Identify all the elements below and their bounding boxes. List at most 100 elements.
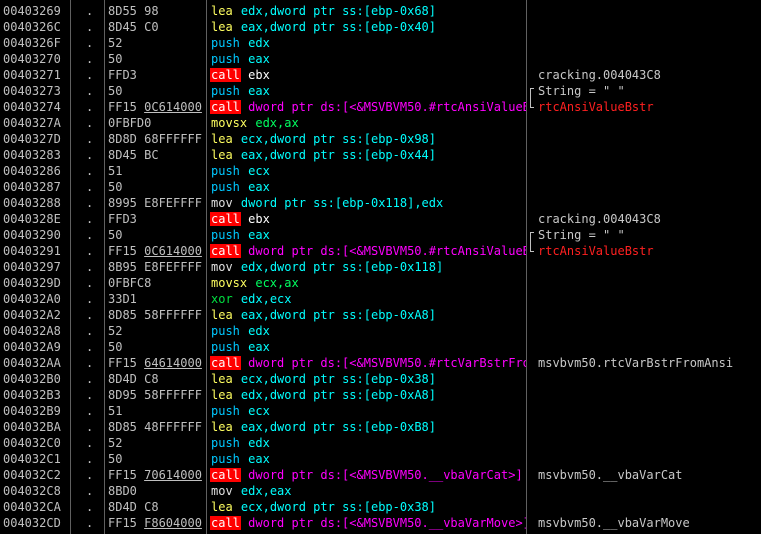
disasm-row[interactable]: 0040326F. 52 push edx <box>0 35 761 51</box>
disasm-row[interactable]: 00403273. 50 push eax String = " " <box>0 83 761 99</box>
row-marker: . <box>86 372 94 386</box>
address-cell: 0040327A <box>3 116 61 130</box>
operands: ecx,dword ptr ss:[ebp-0x38] <box>240 372 436 386</box>
row-marker: . <box>86 68 94 82</box>
mnemonic: call <box>210 100 241 114</box>
disasm-row[interactable]: 00403283. 8D45 BC lea eax,dword ptr ss:[eb… <box>0 147 761 163</box>
row-marker: . <box>86 4 94 18</box>
row-marker: . <box>86 196 94 210</box>
operands: eax,dword ptr ss:[ebp-0x40] <box>240 20 436 34</box>
comment-cell <box>538 51 761 67</box>
address-cell: 00403273 <box>3 84 61 98</box>
mnemonic: mov <box>211 196 233 210</box>
mnemonic: push <box>211 180 240 194</box>
instruction-cell: mov edx,dword ptr ss:[ebp-0x118] <box>210 259 526 275</box>
disasm-row[interactable]: 0040329D. 0FBFC8 movsx ecx,ax <box>0 275 761 291</box>
row-marker: . <box>86 228 94 242</box>
disasm-row[interactable]: 004032C0. 52 push edx <box>0 435 761 451</box>
hex-bytes: 50 <box>108 180 123 194</box>
disasm-row[interactable]: 0040327D. 8D8D 68FFFFFF lea ecx,dword ptr … <box>0 131 761 147</box>
instruction-cell: push ecx <box>210 403 526 419</box>
address-cell: 004032C8 <box>3 484 61 498</box>
address-cell: 004032A8 <box>3 324 61 338</box>
disasm-row[interactable]: 00403271. FFD3 call ebx cracking.004043C8 <box>0 67 761 83</box>
disasm-row[interactable]: 0040327A. 0FBFD0 movsx edx,ax <box>0 115 761 131</box>
instruction-cell: lea ecx,dword ptr ss:[ebp-0x38] <box>210 371 526 387</box>
comment-cell: msvbvm50.__vbaVarMove <box>538 516 690 530</box>
operands: dword ptr ds:[<&MSVBVM50.#rtcAnsiValueBs… <box>248 244 526 258</box>
row-marker: . <box>86 36 94 50</box>
hex-dump-cell: 50 <box>108 179 206 195</box>
mnemonic: movsx <box>211 116 248 130</box>
row-marker: . <box>86 516 94 530</box>
operands: eax <box>248 84 270 98</box>
disasm-row[interactable]: 004032AA. FF15 64614000 call dword ptr ds:… <box>0 355 761 371</box>
disasm-row[interactable]: 004032B9. 51 push ecx <box>0 403 761 419</box>
disasm-row[interactable]: 004032A0. 33D1 xor edx,ecx <box>0 291 761 307</box>
hex-bytes: 8D45 BC <box>108 148 159 162</box>
hex-bytes: 52 <box>108 324 123 338</box>
disasm-row[interactable]: 004032A2. 8D85 58FFFFFF lea eax,dword ptr … <box>0 307 761 323</box>
disasm-row[interactable]: 00403291. FF15 0C614000 call dword ptr ds:… <box>0 243 761 259</box>
comment-cell: String = " " <box>538 228 625 242</box>
hex-bytes: 51 <box>108 164 123 178</box>
operands: ecx,ax <box>255 276 299 290</box>
instruction-cell: push edx <box>210 435 526 451</box>
comment-cell: rtcAnsiValueBstr <box>538 244 654 258</box>
disasm-row[interactable]: 00403270. 50 push eax <box>0 51 761 67</box>
address-cell: 004032AA <box>3 356 61 370</box>
hex-dump-cell: 52 <box>108 323 206 339</box>
disasm-row[interactable]: 004032C2. FF15 70614000 call dword ptr ds:… <box>0 467 761 483</box>
hex-dump-cell: 8B95 E8FEFFFF <box>108 259 206 275</box>
address-cell: 00403290 <box>3 228 61 242</box>
comment-cell <box>538 147 761 163</box>
disasm-row[interactable]: 004032BA. 8D85 48FFFFFF lea eax,dword ptr … <box>0 419 761 435</box>
disasm-row[interactable]: 004032B0. 8D4D C8 lea ecx,dword ptr ss:[eb… <box>0 371 761 387</box>
disasm-row[interactable]: 004032B3. 8D95 58FFFFFF lea edx,dword ptr … <box>0 387 761 403</box>
comment-cell <box>538 403 761 419</box>
comment-cell: String = " " <box>538 84 625 98</box>
mnemonic: push <box>211 436 240 450</box>
disasm-row[interactable]: 00403269. 8D55 98 lea edx,dword ptr ss:[eb… <box>0 3 761 19</box>
disasm-row[interactable]: 004032C1. 50 push eax <box>0 451 761 467</box>
row-marker: . <box>86 244 94 258</box>
disasm-row[interactable]: 004032A8. 52 push edx <box>0 323 761 339</box>
operands: ecx,dword ptr ss:[ebp-0x98] <box>240 132 436 146</box>
operands: eax <box>248 340 270 354</box>
comment-cell: msvbvm50.__vbaVarCat <box>538 468 683 482</box>
operands: ecx,dword ptr ss:[ebp-0x38] <box>240 500 436 514</box>
hex-bytes: 50 <box>108 340 123 354</box>
disasm-row[interactable]: 00403287. 50 push eax <box>0 179 761 195</box>
disasm-row[interactable]: 00403290. 50 push eax String = " " <box>0 227 761 243</box>
disasm-row[interactable]: 004032CD. FF15 F8604000 call dword ptr ds:… <box>0 515 761 531</box>
instruction-cell: lea ecx,dword ptr ss:[ebp-0x38] <box>210 499 526 515</box>
disasm-row[interactable]: 00403297. 8B95 E8FEFFFF mov edx,dword ptr … <box>0 259 761 275</box>
hex-dump-cell: 50 <box>108 51 206 67</box>
disasm-row[interactable]: 004032A9. 50 push eax <box>0 339 761 355</box>
hex-bytes: 51 <box>108 404 123 418</box>
address-cell: 004032A9 <box>3 340 61 354</box>
disasm-row[interactable]: 004032CA. 8D4D C8 lea ecx,dword ptr ss:[eb… <box>0 499 761 515</box>
hex-dump-cell: 50 <box>108 339 206 355</box>
hex-bytes: 8B95 E8FEFFFF <box>108 260 202 274</box>
disassembly-pane[interactable]: 00403269. 8D55 98 lea edx,dword ptr ss:[eb… <box>0 0 761 534</box>
disasm-row[interactable]: 00403274. FF15 0C614000 call dword ptr ds:… <box>0 99 761 115</box>
hex-address-operand: 0C614000 <box>144 244 202 258</box>
mnemonic: push <box>211 324 240 338</box>
disasm-row[interactable]: 0040326C. 8D45 C0 lea eax,dword ptr ss:[eb… <box>0 19 761 35</box>
hex-dump-cell: 33D1 <box>108 291 206 307</box>
disasm-row[interactable]: 004032C8. 8BD0 mov edx,eax <box>0 483 761 499</box>
mnemonic: lea <box>211 148 233 162</box>
hex-bytes: 50 <box>108 52 123 66</box>
operands: eax,dword ptr ss:[ebp-0x44] <box>240 148 436 162</box>
address-cell: 00403269 <box>3 4 61 18</box>
instruction-cell: call dword ptr ds:[<&MSVBVM50.#rtcAnsiVa… <box>210 243 526 259</box>
disasm-row[interactable]: 00403286. 51 push ecx <box>0 163 761 179</box>
hex-dump-cell: 50 <box>108 451 206 467</box>
address-cell: 004032A2 <box>3 308 61 322</box>
comment-cell <box>538 163 761 179</box>
hex-bytes: 50 <box>108 452 123 466</box>
operands: ecx <box>248 164 270 178</box>
disasm-row[interactable]: 00403288. 8995 E8FEFFFF mov dword ptr ss:[… <box>0 195 761 211</box>
disasm-row[interactable]: 0040328E. FFD3 call ebx cracking.004043C8 <box>0 211 761 227</box>
